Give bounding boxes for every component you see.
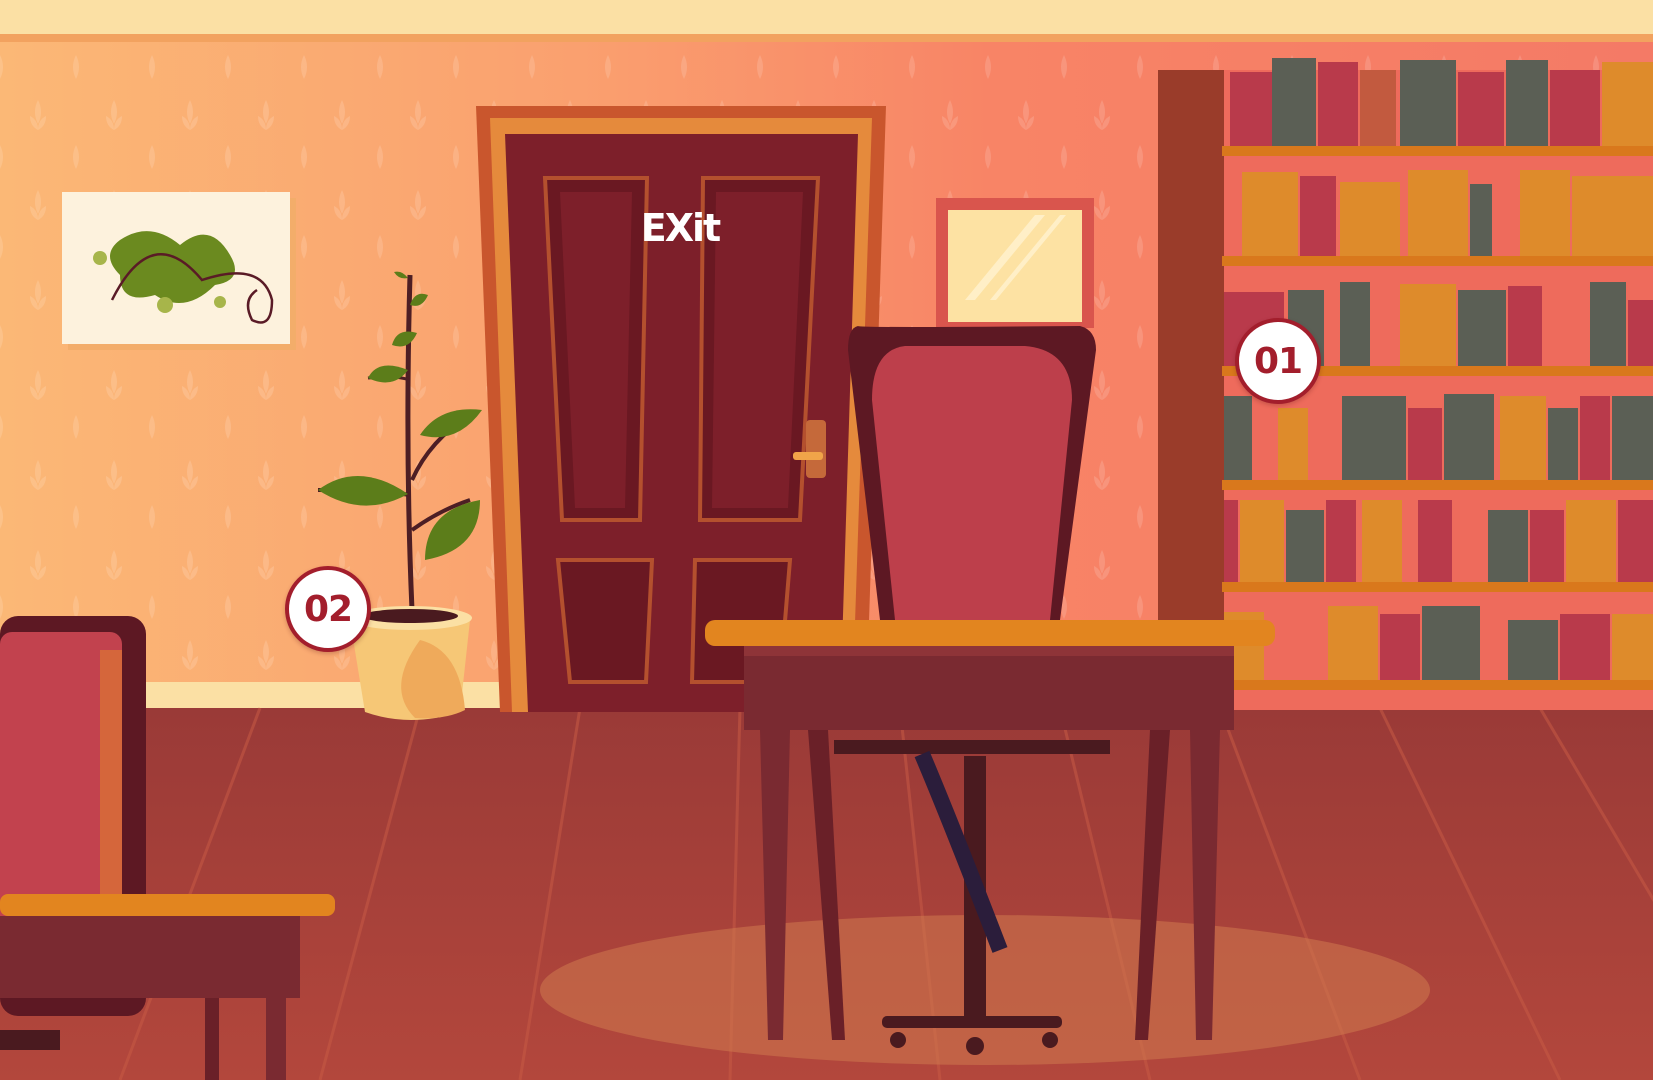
room-scene: EXit 01 02 — [0, 0, 1653, 1080]
hotspot-label: 01 — [1253, 340, 1303, 382]
room-illustration — [0, 0, 1653, 1080]
abstract-painting-icon — [62, 192, 296, 350]
bookshelf-icon — [1158, 58, 1653, 710]
hotspot-label: 02 — [303, 588, 353, 630]
mirror-icon — [936, 198, 1094, 328]
exit-sign[interactable]: EXit — [630, 206, 730, 250]
ceiling — [0, 0, 1653, 36]
hotspot-02-plant[interactable]: 02 — [285, 566, 371, 652]
hotspot-01-bookshelf[interactable]: 01 — [1235, 318, 1321, 404]
